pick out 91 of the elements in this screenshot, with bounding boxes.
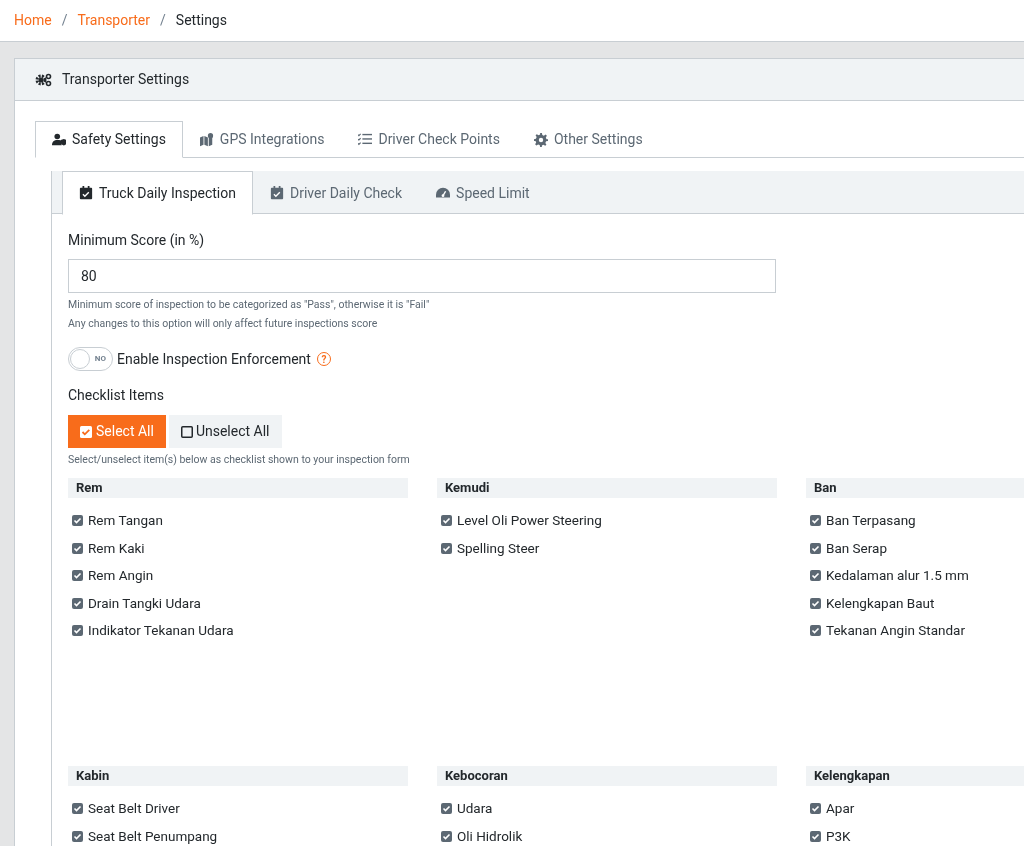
user-shield-icon	[52, 132, 66, 147]
checkbox[interactable]	[72, 803, 83, 814]
calendar-check-icon	[79, 186, 93, 200]
subtab[interactable]: Driver Daily Check	[253, 171, 420, 215]
toggle-text: Enable Inspection Enforcement	[117, 349, 311, 369]
item-label: Rem Kaki	[88, 538, 145, 558]
item-label: Drain Tangki Udara	[88, 593, 201, 613]
checklist-item[interactable]: P3K	[810, 822, 1024, 846]
checklist-item[interactable]: Apar	[810, 794, 1024, 823]
gear-icon	[533, 132, 548, 147]
checkbox[interactable]	[810, 625, 821, 636]
item-label: Oli Hidrolik	[457, 826, 523, 846]
tab[interactable]: Safety Settings	[35, 121, 183, 158]
gauge-icon	[436, 186, 451, 200]
checklist-item[interactable]: Kedalaman alur 1.5 mm	[810, 561, 1024, 590]
breadcrumb-separator: /	[60, 11, 69, 30]
item-label: Seat Belt Driver	[88, 799, 180, 819]
checkbox[interactable]	[72, 542, 83, 554]
tab[interactable]: Other Settings	[516, 121, 660, 158]
checklist-icon	[358, 132, 373, 147]
breadcrumb-separator: /	[159, 11, 167, 30]
checklist-item[interactable]: Kelengkapan Baut	[810, 589, 1024, 617]
item-label: Seat Belt Penumpang	[88, 826, 218, 846]
group-header: Kebocoran	[437, 765, 777, 786]
item-label: Tekanan Angin Standar	[826, 621, 966, 641]
item-label: Ban Terpasang	[826, 511, 916, 531]
item-label: Udara	[457, 799, 493, 819]
checklist-item[interactable]: Drain Tangki Udara	[72, 589, 408, 617]
tab[interactable]: Driver Check Points	[341, 121, 517, 158]
group-header: Kabin	[68, 765, 408, 786]
field-label: Minimum Score (in %)	[68, 231, 206, 250]
checkbox[interactable]	[72, 830, 83, 842]
checklist-item[interactable]: Oli Hidrolik	[441, 822, 777, 846]
item-label: Rem Angin	[88, 566, 154, 586]
checked-box-icon	[80, 425, 92, 438]
checklist-item[interactable]: Rem Kaki	[72, 534, 408, 562]
checkbox[interactable]	[810, 542, 821, 554]
checkbox[interactable]	[72, 570, 83, 581]
item-label: Kedalaman alur 1.5 mm	[826, 566, 969, 586]
checklist-item[interactable]: Tekanan Angin Standar	[810, 616, 1024, 645]
help-text: Minimum score of inspection to be categorized as "Pass", otherwise it is "Fail"	[68, 297, 431, 313]
tab[interactable]: GPS Integrations	[182, 121, 342, 158]
calendar-check-icon	[270, 186, 284, 200]
empty-box-icon	[180, 425, 193, 438]
unselect-all-button[interactable]: Unselect All	[168, 415, 282, 448]
map-pin-icon	[199, 132, 214, 147]
group-header: Ban	[806, 477, 1024, 498]
checklist-item[interactable]: Udara	[441, 794, 777, 823]
checklist-item[interactable]: Level Oli Power Steering	[441, 506, 777, 535]
subtab[interactable]: Speed Limit	[419, 171, 547, 215]
checkbox[interactable]	[810, 515, 821, 526]
group-header: Rem	[68, 477, 408, 498]
checkbox[interactable]	[72, 597, 83, 609]
checklist-item[interactable]: Ban Terpasang	[810, 506, 1024, 535]
subtab[interactable]: Truck Daily Inspection	[62, 171, 253, 215]
checkbox[interactable]	[441, 830, 452, 842]
checklist-item[interactable]: Indikator Tekanan Udara	[72, 616, 408, 645]
item-label: Ban Serap	[826, 538, 887, 558]
checkbox[interactable]	[810, 830, 821, 842]
item-label: Kelengkapan Baut	[826, 593, 935, 613]
section-label: Checklist Items	[68, 386, 166, 405]
toggle-label: NO	[94, 353, 106, 365]
item-label: Indikator Tekanan Udara	[88, 621, 234, 641]
item-label: P3K	[826, 826, 851, 846]
checkbox[interactable]	[72, 625, 83, 636]
group-header: Kemudi	[437, 477, 777, 498]
checkbox[interactable]	[441, 803, 452, 814]
checkbox[interactable]	[810, 803, 821, 814]
breadcrumb-current: Settings	[175, 11, 227, 30]
toggle-switch[interactable]: NO	[68, 347, 113, 371]
group-header: Kelengkapan	[806, 765, 1024, 786]
checklist-item[interactable]: Seat Belt Driver	[72, 794, 408, 823]
help-text: Any changes to this option will only affect future inspections score	[68, 316, 379, 332]
checkbox[interactable]	[72, 515, 83, 526]
gears-icon	[35, 72, 52, 87]
checklist-item[interactable]: Rem Tangan	[72, 506, 408, 535]
checklist-item[interactable]: Spelling Steer	[441, 534, 777, 562]
card-title: Transporter Settings	[62, 70, 190, 89]
checklist-item[interactable]: Ban Serap	[810, 534, 1024, 562]
checkbox[interactable]	[810, 570, 821, 581]
score-input[interactable]: 80	[68, 259, 776, 293]
checklist-item[interactable]: Seat Belt Penumpang	[72, 822, 408, 846]
checkbox[interactable]	[810, 597, 821, 609]
checklist-item[interactable]: Rem Angin	[72, 561, 408, 590]
checkbox[interactable]	[441, 542, 452, 554]
item-label: Level Oli Power Steering	[457, 511, 602, 531]
checkbox[interactable]	[441, 515, 452, 526]
help-text: Select/unselect item(s) below as checklist shown to your inspection form	[68, 452, 411, 468]
item-label: Rem Tangan	[88, 511, 163, 531]
item-label: Apar	[826, 799, 855, 819]
item-label: Spelling Steer	[457, 538, 540, 558]
